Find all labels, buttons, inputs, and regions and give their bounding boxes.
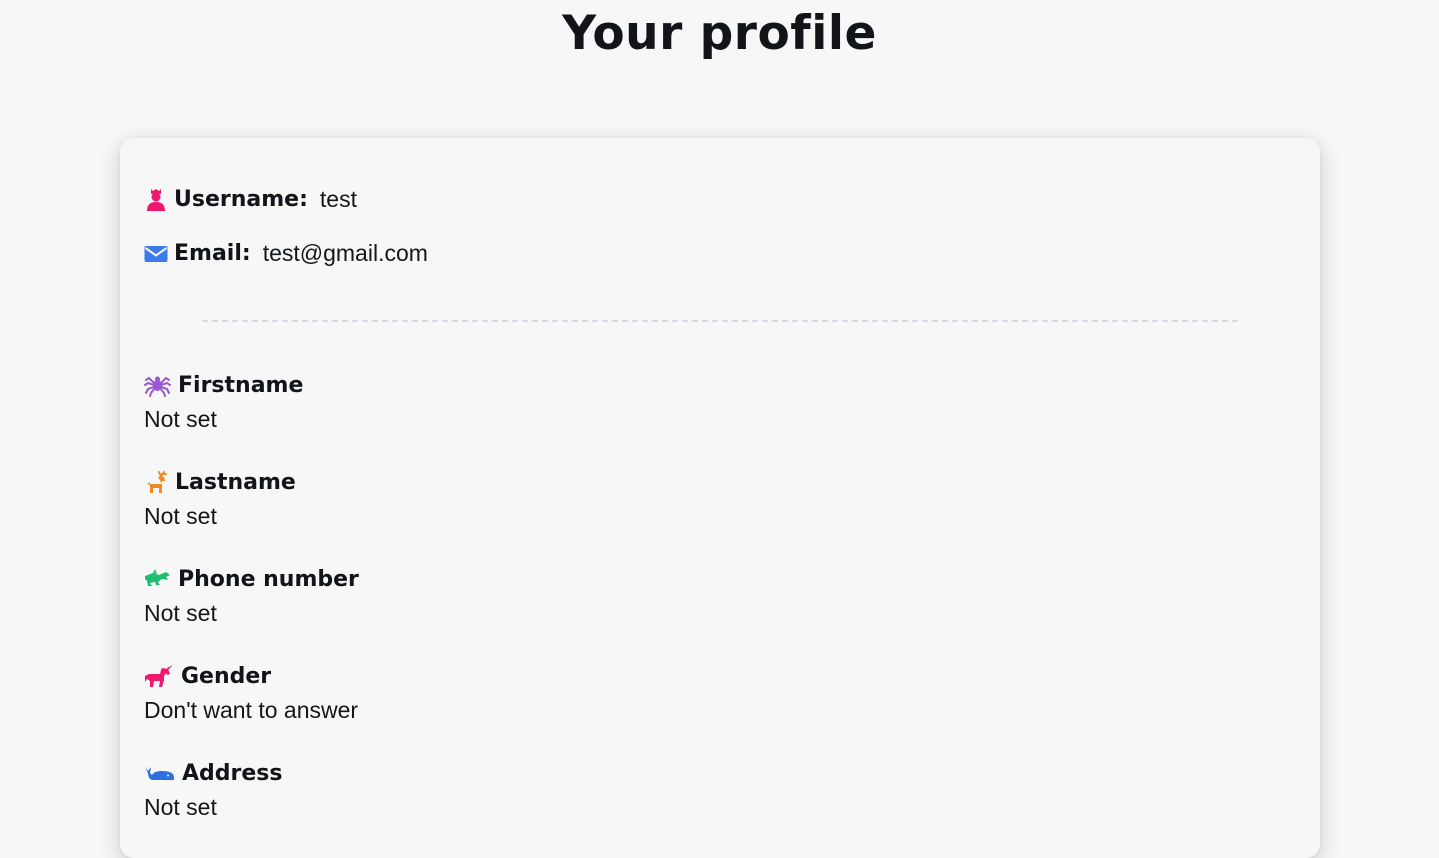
username-value: test bbox=[319, 186, 357, 212]
field-label: Firstname bbox=[178, 372, 304, 398]
field-address: Address Not set bbox=[144, 758, 282, 821]
username-row: Username: test bbox=[144, 186, 357, 213]
page-title: Your profile bbox=[562, 6, 877, 61]
email-label: Email: bbox=[174, 241, 251, 266]
envelope-icon bbox=[144, 242, 168, 266]
username-label: Username: bbox=[174, 187, 308, 212]
field-label: Lastname bbox=[175, 469, 296, 495]
deer-icon bbox=[144, 470, 168, 494]
field-label: Gender bbox=[181, 663, 272, 689]
email-row: Email: test@gmail.com bbox=[144, 240, 428, 267]
field-gender: Gender Don't want to answer bbox=[144, 661, 358, 724]
field-label: Address bbox=[182, 760, 283, 786]
email-value: test@gmail.com bbox=[262, 240, 428, 266]
field-firstname: Firstname Not set bbox=[144, 370, 303, 433]
field-label: Phone number bbox=[178, 566, 359, 592]
field-value: Not set bbox=[144, 406, 217, 432]
dragon-icon bbox=[144, 567, 171, 591]
field-phone-number: Phone number Not set bbox=[144, 564, 359, 627]
user-icon bbox=[144, 188, 168, 212]
unicorn-icon bbox=[144, 664, 174, 688]
field-value: Not set bbox=[144, 600, 217, 626]
spider-icon bbox=[144, 373, 171, 397]
field-value: Not set bbox=[144, 503, 217, 529]
whale-icon bbox=[144, 761, 175, 785]
field-lastname: Lastname Not set bbox=[144, 467, 296, 530]
profile-card: Username: test Email: test@gmail.com Fir… bbox=[120, 138, 1320, 858]
field-value: Don't want to answer bbox=[144, 697, 359, 723]
section-divider bbox=[202, 320, 1238, 322]
